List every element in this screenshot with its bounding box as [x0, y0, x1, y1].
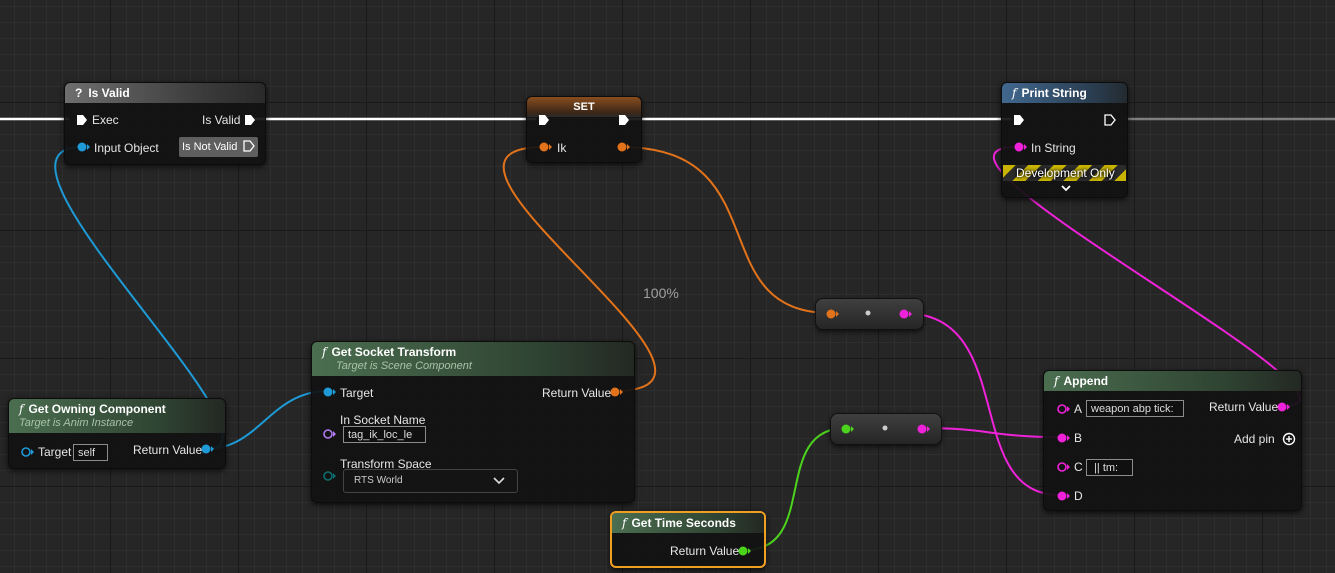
is-valid-exec-out-pin[interactable]	[244, 114, 256, 126]
function-icon: f	[1012, 86, 1017, 100]
owning-target-pin[interactable]	[20, 447, 34, 457]
append-a-pin[interactable]	[1056, 404, 1070, 414]
get-socket-transform-header: f Get Socket Transform Target is Scene Co…	[312, 342, 634, 376]
set-ik-in-pin[interactable]	[538, 142, 552, 152]
is-valid-label: Is Valid	[202, 113, 241, 127]
socket-name-label: In Socket Name	[340, 413, 426, 427]
append-c-label: C	[1074, 460, 1083, 474]
get-time-seconds-title: Get Time Seconds	[631, 516, 736, 530]
append-d-pin[interactable]	[1056, 491, 1070, 501]
time-return-pin[interactable]	[737, 546, 751, 556]
append-c-pin[interactable]	[1056, 462, 1070, 472]
conv1-in-pin[interactable]	[825, 309, 839, 319]
set-ik-out-pin[interactable]	[616, 142, 630, 152]
append-title: Append	[1063, 374, 1109, 388]
get-owning-component-node[interactable]: f Get Owning Component Target is Anim Ins…	[8, 398, 226, 469]
set-ik-label: Ik	[557, 141, 567, 155]
append-header: f Append	[1044, 371, 1301, 391]
add-pin-plus-icon[interactable]	[1282, 432, 1296, 446]
append-d-label: D	[1074, 489, 1083, 503]
set-exec-out-pin[interactable]	[618, 114, 630, 126]
socket-target-pin[interactable]	[322, 387, 336, 397]
append-return-pin[interactable]	[1276, 402, 1290, 412]
development-only-label: Development Only	[1016, 166, 1115, 180]
append-return-label: Return Value	[1209, 400, 1279, 414]
owning-return-pin[interactable]	[200, 444, 214, 454]
get-owning-component-header: f Get Owning Component Target is Anim Ins…	[9, 399, 225, 433]
get-socket-transform-subtitle: Target is Scene Component	[336, 360, 472, 372]
string-wire-conv2-to-append-b[interactable]	[921, 427, 1061, 438]
function-icon: f	[622, 516, 627, 530]
question-icon: ?	[75, 86, 83, 100]
exec-in-pin[interactable]	[76, 114, 88, 126]
is-valid-title: Is Valid	[88, 86, 130, 100]
is-not-valid-output[interactable]: Is Not Valid	[179, 137, 258, 157]
owning-return-label: Return Value	[133, 443, 203, 457]
zoom-label: 100%	[643, 285, 679, 301]
get-socket-transform-title: Get Socket Transform	[331, 345, 457, 359]
transform-space-pin[interactable]	[322, 471, 336, 481]
conv1-dot-icon	[865, 310, 871, 316]
get-owning-component-title: Get Owning Component	[28, 402, 166, 416]
set-title: SET	[573, 101, 595, 113]
print-string-header: f Print String	[1002, 83, 1127, 103]
owning-target-self-field[interactable]: self	[73, 444, 108, 461]
get-owning-component-subtitle: Target is Anim Instance	[19, 417, 134, 429]
conv2-dot-icon	[882, 425, 888, 431]
in-string-label: In String	[1031, 141, 1076, 155]
string-wire-conv1-to-append-d[interactable]	[902, 312, 1061, 496]
to-string-conversion-node-1[interactable]	[815, 298, 924, 330]
socket-return-pin[interactable]	[609, 387, 623, 397]
print-string-title: Print String	[1021, 86, 1087, 100]
append-a-field[interactable]: weapon abp tick:	[1086, 400, 1184, 417]
in-string-pin[interactable]	[1013, 142, 1027, 152]
owning-target-label: Target	[38, 445, 72, 459]
set-node[interactable]: SET Ik	[526, 96, 642, 163]
time-return-label: Return Value	[670, 544, 740, 558]
socket-name-field[interactable]: tag_ik_loc_le	[343, 426, 426, 443]
function-icon: f	[19, 402, 24, 416]
is-valid-node[interactable]: ? Is Valid Exec Is Valid Input Object Is …	[64, 82, 266, 165]
socket-return-label: Return Value	[542, 386, 612, 400]
input-object-pin[interactable]	[76, 142, 90, 152]
append-a-label: A	[1074, 402, 1083, 416]
chevron-down-icon[interactable]	[1060, 183, 1072, 193]
socket-target-label: Target	[340, 386, 374, 400]
to-string-conversion-node-2[interactable]	[830, 413, 942, 445]
conv2-in-pin[interactable]	[840, 424, 854, 434]
conv1-out-pin[interactable]	[898, 309, 912, 319]
append-b-label: B	[1074, 431, 1083, 445]
get-time-seconds-node[interactable]: f Get Time Seconds Return Value	[610, 511, 766, 568]
get-time-seconds-header: f Get Time Seconds	[612, 513, 764, 533]
print-exec-in-pin[interactable]	[1013, 114, 1025, 126]
conv2-out-pin[interactable]	[916, 424, 930, 434]
append-node[interactable]: f Append A weapon abp tick: Return Value …	[1043, 370, 1302, 511]
get-socket-transform-node[interactable]: f Get Socket Transform Target is Scene Co…	[311, 341, 635, 503]
append-b-pin[interactable]	[1056, 433, 1070, 443]
function-icon: f	[322, 345, 327, 359]
input-object-label: Input Object	[94, 141, 159, 155]
add-pin-label[interactable]: Add pin	[1234, 432, 1275, 446]
append-c-field[interactable]: || tm:	[1086, 459, 1133, 476]
is-not-valid-exec-pin[interactable]	[242, 140, 255, 152]
print-exec-out-pin[interactable]	[1104, 114, 1116, 126]
is-not-valid-label: Is Not Valid	[182, 141, 238, 153]
socket-name-pin[interactable]	[322, 429, 336, 439]
is-valid-header: ? Is Valid	[65, 83, 265, 103]
transform-space-dropdown[interactable]: RTS World	[343, 469, 518, 493]
set-exec-in-pin[interactable]	[538, 114, 550, 126]
print-string-node[interactable]: f Print String In String Development Only	[1001, 82, 1128, 198]
chevron-down-icon	[493, 477, 505, 485]
function-icon: f	[1054, 374, 1059, 388]
exec-label: Exec	[92, 113, 119, 127]
transform-space-value: RTS World	[354, 475, 403, 486]
